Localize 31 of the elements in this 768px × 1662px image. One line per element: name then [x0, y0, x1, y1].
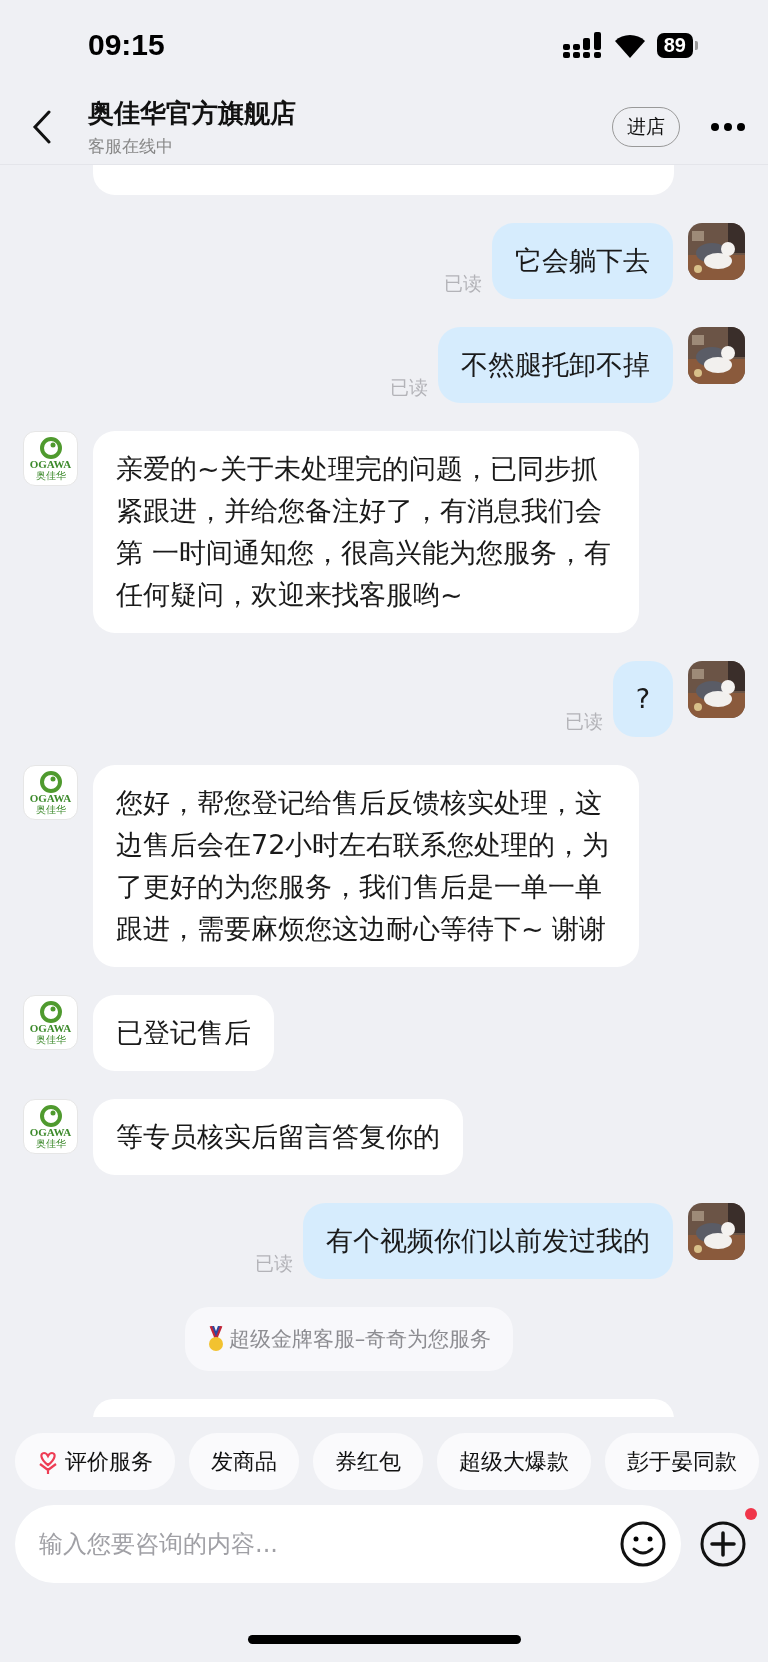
message-text-input[interactable]: 输入您要咨询的内容... [37, 1529, 619, 1559]
message-bubble: 亲爱的~关于未处理完的问题，已同步抓紧跟进，并给您备注好了，有消息我们会第 一时间通知您，很高兴能为您服务，有任何疑问，欢迎来找客服哟~ [93, 431, 639, 633]
read-receipt: 已读 [255, 1251, 293, 1276]
message-bubble: 不然腿托卸不掉 [438, 327, 673, 403]
quick-reply-chip[interactable]: 发商品 [189, 1433, 299, 1490]
logo-text: OGAWA [29, 792, 72, 804]
message-bubble: 它会躺下去 [492, 223, 673, 299]
logo-subtext: 奥佳华 [35, 803, 66, 815]
logo-subtext: 奥佳华 [35, 1033, 66, 1045]
logo-text: OGAWA [29, 1126, 72, 1138]
read-receipt: 已读 [444, 271, 482, 296]
quick-reply-chip[interactable]: 券红包 [313, 1433, 423, 1490]
quick-reply-chip[interactable]: 评价服务 [15, 1433, 175, 1490]
service-status: 客服在线中 [88, 135, 174, 158]
logo-text: OGAWA [29, 458, 72, 470]
message-bubble: ? [612, 661, 673, 737]
logo-subtext: 奥佳华 [35, 469, 66, 481]
read-receipt: 已读 [390, 375, 428, 400]
logo-text: OGAWA [29, 1022, 72, 1034]
store-title: 奥佳华官方旗舰店 [88, 97, 297, 130]
quick-reply-chip[interactable]: 彭于晏同款 [605, 1433, 759, 1490]
read-receipt: 已读 [564, 709, 603, 734]
system-notice-text: 超级金牌客服–奇奇为您服务 [228, 1326, 492, 1353]
status-time: 09:15 [88, 28, 165, 62]
message-bubble: 有个视频你们以前发过我的 [303, 1203, 673, 1279]
message-bubble: 您好，帮您登记给售后反馈核实处理，这边售后会在72小时左右联系您处理的，为了更好的为您服务，我们售后是一单一单跟进，需要麻烦您这边耐心等待下~ 谢谢 [93, 765, 639, 967]
quick-reply-chip[interactable]: 超级大爆款 [437, 1433, 591, 1490]
message-input-field[interactable]: 输入您要咨询的内容... [15, 1505, 681, 1583]
message-bubble: 已登记售后 [93, 995, 274, 1071]
logo-subtext: 奥佳华 [35, 1137, 66, 1149]
message-bubble: 等专员核实后留言答复你的 [93, 1099, 463, 1175]
